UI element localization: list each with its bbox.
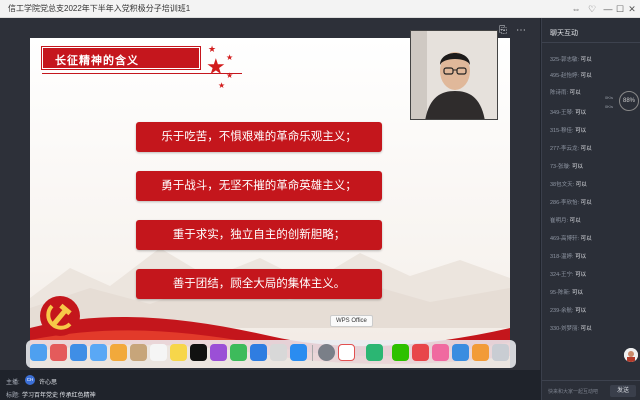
chat-message: 277-李云龙: 可以 [550, 146, 592, 152]
slide-header-text: 长征精神的含义 [55, 55, 139, 67]
spirit-bullet: 勇于战斗，无坚不摧的革命英雄主义； [136, 171, 382, 201]
window-title: 信工学院党总支2022年下半年入党积极分子培训班1 [8, 4, 191, 13]
dock-separator [312, 345, 313, 361]
wps-icon[interactable] [338, 344, 355, 361]
video-stage: ⎘ ⋯ 长征精神的含义 ★ ★ ★ ★ ★ 乐于吃苦，不惧艰难的革命乐观主义； … [0, 18, 540, 370]
infuse-icon[interactable] [366, 344, 383, 361]
spirit-bullet: 善于团结，顾全大局的集体主义。 [136, 269, 382, 299]
slide-header: 长征精神的含义 [41, 46, 201, 70]
appletv-icon[interactable] [190, 344, 207, 361]
close-button[interactable]: ✕ [626, 3, 638, 15]
chat-message: 469-高博轩: 可以 [550, 236, 592, 242]
chat-message: 318-温婷: 可以 [550, 254, 587, 260]
app-window: 信工学院党总支2022年下半年入党积极分子培训班1 ⇔ ♡ — ☐ ✕ ⎘ ⋯ … [0, 0, 640, 400]
big-star-icon: ★ [206, 54, 226, 79]
app-orange-icon[interactable] [472, 344, 489, 361]
topic-text: 学习百年党史 传承红色精神 [22, 393, 96, 399]
chat-message: 95-陈新: 可以 [550, 290, 584, 296]
upload-speed: 0K/s [605, 95, 614, 100]
host-label: 主播: [6, 380, 20, 386]
webcam-feed [410, 30, 498, 120]
small-star-icon: ★ [226, 53, 234, 62]
numbers-icon[interactable] [230, 344, 247, 361]
chat-message: 239-余航: 可以 [550, 308, 587, 314]
chat-message: 73-张璇: 可以 [550, 164, 584, 170]
spirit-bullet: 乐于吃苦，不惧艰难的革命乐观主义； [136, 122, 382, 152]
download-speed: 0K/s [605, 104, 614, 109]
contacts-icon[interactable] [130, 344, 147, 361]
chat-message: 286-李欣怡: 可以 [550, 200, 592, 206]
user-avatar[interactable] [624, 348, 638, 362]
appstore-icon[interactable] [290, 344, 307, 361]
small-star-icon: ★ [218, 81, 226, 90]
app-red-icon[interactable] [412, 344, 429, 361]
keynote-icon[interactable] [250, 344, 267, 361]
app-blue-icon[interactable] [452, 344, 469, 361]
photos-icon[interactable] [110, 344, 127, 361]
chat-input-field[interactable]: 快来和大家一起互动吧 [548, 388, 598, 395]
more-icon[interactable]: ⋯ [514, 24, 528, 38]
bullet-text: 乐于吃苦，不惧艰难的革命乐观主义； [161, 131, 357, 143]
swap-icon[interactable]: ⇔ [570, 3, 582, 15]
chat-message: 315-穆佳: 可以 [550, 128, 587, 134]
presenter-video [411, 31, 497, 119]
favorite-icon[interactable]: ♡ [586, 3, 598, 15]
chat-title: 聊天互动 [550, 30, 578, 37]
safari-icon[interactable] [70, 344, 87, 361]
system-prefs-icon[interactable] [318, 344, 335, 361]
chat-message: 325-郭志敏: 可以 [550, 57, 592, 63]
host-name: 许心思 [39, 380, 58, 386]
maximize-button[interactable]: ☐ [614, 3, 626, 15]
send-button[interactable]: 发送 [610, 385, 636, 397]
notes-icon[interactable] [170, 344, 187, 361]
title-bar: 信工学院党总支2022年下半年入党积极分子培训班1 ⇔ ♡ — ☐ ✕ [0, 0, 640, 18]
chat-message: 38包文天: 可以 [550, 182, 587, 188]
chat-message: 330-刘梦丽: 可以 [550, 326, 592, 332]
reminders-icon[interactable] [150, 344, 167, 361]
chat-message: 陈诗雨: 可以 [550, 90, 581, 96]
trash-icon[interactable] [492, 344, 509, 361]
launchpad-icon[interactable] [50, 344, 67, 361]
bullet-text: 善于团结，顾全大局的集体主义。 [172, 278, 346, 290]
small-star-icon: ★ [208, 44, 217, 54]
bullet-text: 勇于战斗，无坚不摧的革命英雄主义； [161, 180, 357, 192]
cpu-gauge: 88% [619, 91, 639, 111]
dock-tooltip: WPS Office [330, 315, 373, 327]
chat-message: 495-赵怡婷: 可以 [550, 73, 592, 79]
avatar-image [624, 348, 638, 362]
share-icon[interactable]: ⎘ [496, 24, 510, 38]
spirit-bullet: 重于求实，独立自主的创新胆略； [136, 220, 382, 250]
party-emblem-icon [40, 296, 80, 336]
podcasts-icon[interactable] [210, 344, 227, 361]
chat-divider [542, 42, 640, 43]
finder-icon[interactable] [30, 344, 47, 361]
screenshot-icon[interactable] [270, 344, 287, 361]
app-pink-icon[interactable] [432, 344, 449, 361]
room-info-bar: 主播: CH 许心思 标题: 学习百年党史 传承红色精神 [0, 370, 540, 400]
chat-message: 324-王宁: 可以 [550, 272, 587, 278]
minimize-button[interactable]: — [602, 3, 614, 15]
topic-label: 标题: [6, 393, 20, 399]
chat-input-area: 快来和大家一起互动吧 发送 [542, 380, 640, 400]
mail-icon[interactable] [90, 344, 107, 361]
small-star-icon: ★ [226, 71, 234, 80]
wechat-icon[interactable] [392, 344, 409, 361]
mac-dock [26, 340, 516, 368]
bullet-text: 重于求实，独立自主的创新胆略； [172, 229, 346, 241]
chat-message: 崔明月: 可以 [550, 218, 581, 224]
chat-message: 349-王琴: 可以 [550, 110, 587, 116]
chat-panel: 聊天互动 88% 0K/s 0K/s 325-郭志敏: 可以 495-赵怡婷: … [541, 18, 640, 400]
host-avatar: CH [25, 375, 35, 385]
